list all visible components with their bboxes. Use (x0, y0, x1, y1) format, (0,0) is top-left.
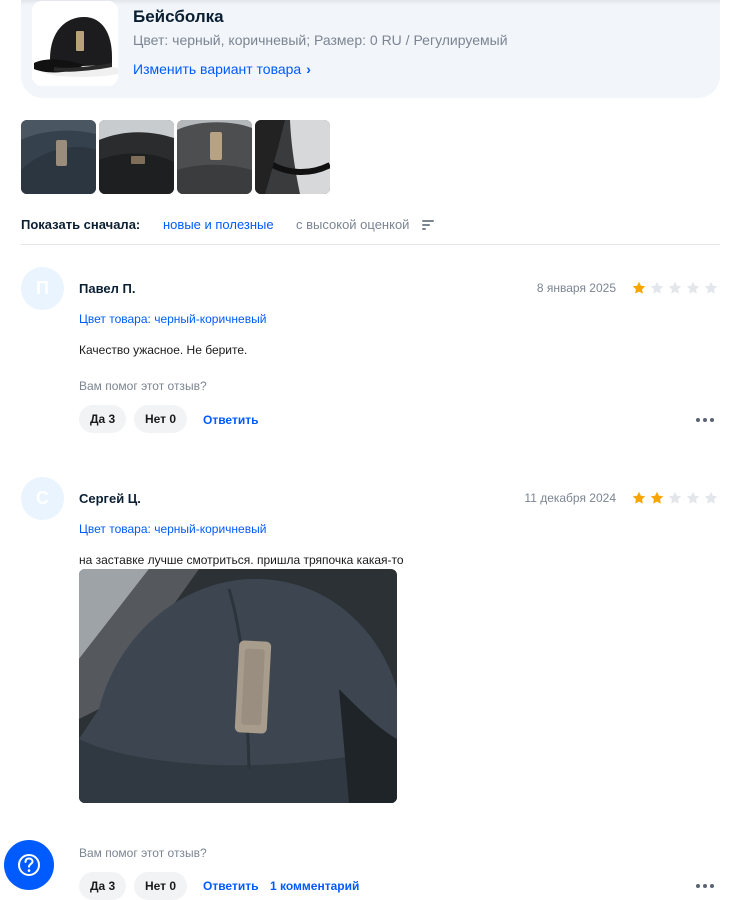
product-card: Бейсболка Цвет: черный, коричневый; Разм… (21, 0, 720, 98)
gallery-thumb[interactable] (255, 120, 330, 194)
helpful-question: Вам помог этот отзыв? (79, 846, 207, 860)
review-date: 11 декабря 2024 (524, 491, 616, 505)
product-title: Бейсболка (133, 7, 224, 26)
top-shadow (21, 0, 720, 5)
change-variant-link[interactable]: Изменить вариант товара › (133, 61, 311, 77)
star-empty-icon (704, 491, 718, 504)
sort-option-new-useful[interactable]: новые и полезные (163, 217, 274, 232)
star-empty-icon (668, 281, 682, 294)
helpful-yes-button[interactable]: Да 3 (79, 872, 127, 900)
review-text: Качество ужасное. Не берите. (79, 343, 248, 357)
star-empty-icon (686, 491, 700, 504)
photo-image (177, 120, 252, 194)
question-circle-icon (18, 854, 40, 876)
sort-option-high-rating[interactable]: с высокой оценкой (296, 217, 409, 232)
helpful-yes-button[interactable]: Да 3 (79, 405, 127, 433)
review-date: 8 января 2025 (536, 281, 616, 295)
review-author: Сергей Ц. (79, 491, 141, 506)
photo-image (99, 120, 174, 194)
photo-image (79, 569, 397, 803)
helpful-no-button[interactable]: Нет 0 (134, 405, 188, 433)
reply-link[interactable]: Ответить (203, 879, 258, 893)
more-dots-icon[interactable] (696, 884, 714, 888)
product-variant: Цвет: черный, коричневый; Размер: 0 RU /… (133, 32, 508, 48)
star-empty-icon (650, 281, 664, 294)
gallery-thumb[interactable] (21, 120, 96, 194)
cap-image (32, 1, 118, 86)
avatar: П (21, 267, 64, 310)
rating-stars (632, 491, 718, 505)
star-filled-icon (632, 491, 646, 504)
photo-image (255, 120, 330, 194)
review-variant: Цвет товара: черный-коричневый (79, 312, 267, 326)
review-variant: Цвет товара: черный-коричневый (79, 522, 267, 536)
star-filled-icon (632, 281, 646, 294)
help-button[interactable] (4, 840, 54, 890)
helpful-no-button[interactable]: Нет 0 (134, 872, 188, 900)
star-filled-icon (650, 491, 664, 504)
gallery-thumb[interactable] (177, 120, 252, 194)
chevron-right-icon: › (306, 61, 311, 77)
helpful-question: Вам помог этот отзыв? (79, 379, 207, 393)
review-author: Павел П. (79, 281, 136, 296)
product-image[interactable] (32, 1, 118, 86)
star-empty-icon (668, 491, 682, 504)
review-text: на заставке лучше смотриться. пришла тря… (79, 553, 404, 567)
star-empty-icon (686, 281, 700, 294)
sort-icon[interactable] (422, 220, 434, 230)
photo-image (21, 120, 96, 194)
avatar: С (21, 477, 64, 520)
more-dots-icon[interactable] (696, 418, 714, 422)
reply-link[interactable]: Ответить (203, 413, 258, 427)
comments-link[interactable]: 1 комментарий (270, 879, 359, 893)
sort-bar: Показать сначала: новые и полезные с выс… (21, 216, 720, 245)
gallery-thumb[interactable] (99, 120, 174, 194)
sort-label: Показать сначала: (21, 217, 141, 232)
rating-stars (632, 281, 718, 295)
star-empty-icon (704, 281, 718, 294)
change-variant-label: Изменить вариант товара (133, 61, 302, 77)
review-photo[interactable] (79, 569, 397, 803)
